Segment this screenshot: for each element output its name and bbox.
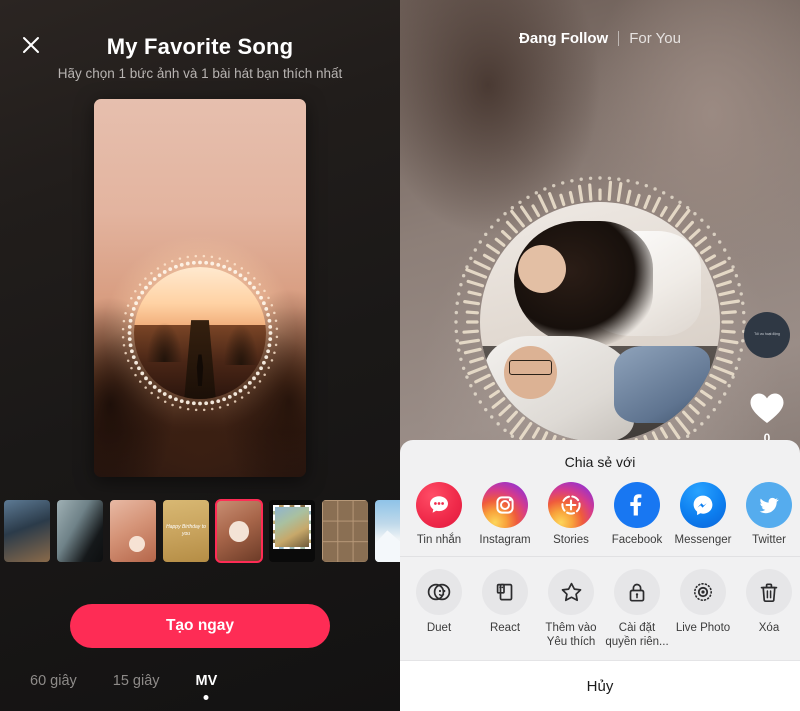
lock-icon[interactable] (614, 569, 660, 615)
share-target-twitter[interactable]: Twitter (736, 482, 800, 546)
grid-pattern (322, 500, 368, 562)
thumbnail-label: Happy Birthday to you (166, 523, 206, 538)
create-now-button[interactable]: Tạo ngay (70, 604, 330, 648)
dual-screenshot: My Favorite Song Hãy chọn 1 bức ảnh và 1… (0, 0, 800, 711)
heart-icon[interactable] (749, 392, 785, 425)
share-target-label: Messenger (674, 534, 732, 546)
visualizer-bars (454, 176, 746, 468)
action-react[interactable]: React (472, 569, 538, 650)
messenger-icon[interactable] (680, 482, 726, 528)
react-icon[interactable] (482, 569, 528, 615)
instagram-stories-icon[interactable] (548, 482, 594, 528)
feed-nav-tabs[interactable]: Đang Follow For You (400, 30, 800, 47)
share-target-messenger[interactable]: Messenger (670, 482, 736, 546)
duet-icon[interactable] (416, 569, 462, 615)
share-target-label: Twitter (752, 534, 786, 546)
audio-visualizer-ring (121, 254, 279, 412)
list-item[interactable] (322, 500, 368, 562)
facebook-icon[interactable] (614, 482, 660, 528)
share-sheet: Chia sẻ với Tin nhắn Instagram Stories F… (400, 440, 800, 711)
template-thumbnail-strip[interactable]: Happy Birthday to you (0, 498, 400, 564)
action-duet[interactable]: Duet (406, 569, 472, 650)
share-target-stories[interactable]: Stories (538, 482, 604, 546)
tab-60s[interactable]: 60 giây (30, 673, 77, 689)
tab-following[interactable]: Đang Follow (519, 30, 608, 47)
share-target-label: Tin nhắn (416, 534, 462, 546)
list-item[interactable] (215, 499, 263, 563)
photo-preview[interactable] (94, 99, 306, 477)
action-label: Live Photo (675, 622, 731, 634)
list-item[interactable] (269, 500, 315, 562)
instagram-icon[interactable] (482, 482, 528, 528)
trash-icon[interactable] (746, 569, 792, 615)
star-icon[interactable] (548, 569, 594, 615)
action-label: Cài đặt quyền riên... (605, 622, 669, 649)
action-live-photo[interactable]: Live Photo (670, 569, 736, 650)
action-delete[interactable]: Xóa (736, 569, 800, 650)
action-label: Thêm vào Yêu thích (545, 622, 597, 649)
stamp-frame (273, 505, 311, 549)
like-button[interactable]: 0 (740, 392, 794, 445)
share-target-instagram[interactable]: Instagram (472, 482, 538, 546)
share-targets-row: Tin nhắn Instagram Stories Facebook Mess… (400, 472, 800, 554)
page-subtitle: Hãy chọn 1 bức ảnh và 1 bài hát bạn thíc… (57, 66, 343, 81)
mode-tabs[interactable]: 60 giây 15 giây MV (0, 673, 400, 689)
left-screen-mv-editor: My Favorite Song Hãy chọn 1 bức ảnh và 1… (0, 0, 400, 711)
action-label: React (489, 622, 521, 634)
right-screen-feed: Đang Follow For You Tối ưu hoạt động 0 C… (400, 0, 800, 711)
list-item[interactable]: Happy Birthday to you (163, 500, 209, 562)
tab-for-you[interactable]: For You (629, 30, 681, 47)
cancel-button[interactable]: Hủy (400, 660, 800, 711)
list-item[interactable] (375, 500, 400, 562)
video-audio-visualizer (452, 174, 748, 470)
list-item[interactable] (110, 500, 156, 562)
message-icon[interactable] (416, 482, 462, 528)
share-target-label: Stories (553, 534, 589, 546)
visualizer-dots-outer (121, 255, 279, 412)
live-photo-icon[interactable] (680, 569, 726, 615)
side-action-bar: Tối ưu hoạt động 0 (740, 312, 794, 445)
share-target-message[interactable]: Tin nhắn (406, 482, 472, 546)
nav-divider (618, 31, 620, 46)
share-target-label: Facebook (611, 534, 663, 546)
list-item[interactable] (57, 500, 103, 562)
action-privacy-settings[interactable]: Cài đặt quyền riên... (604, 569, 670, 650)
share-sheet-title: Chia sẻ với (564, 454, 636, 470)
list-item[interactable] (4, 500, 50, 562)
twitter-icon[interactable] (746, 482, 792, 528)
page-title: My Favorite Song (106, 34, 294, 59)
tab-mv[interactable]: MV (196, 673, 218, 689)
action-add-favorite[interactable]: Thêm vào Yêu thích (538, 569, 604, 650)
action-label: Duet (426, 622, 452, 634)
tab-15s[interactable]: 15 giây (113, 673, 160, 689)
avatar[interactable]: Tối ưu hoạt động (744, 312, 790, 358)
share-target-label: Instagram (479, 534, 531, 546)
cancel-label: Hủy (586, 677, 614, 695)
avatar-label: Tối ưu hoạt động (754, 332, 780, 337)
action-label: Xóa (758, 622, 780, 634)
share-target-facebook[interactable]: Facebook (604, 482, 670, 546)
actions-row: Duet React Thêm vào Yêu thích Cài đặt qu… (400, 557, 800, 660)
